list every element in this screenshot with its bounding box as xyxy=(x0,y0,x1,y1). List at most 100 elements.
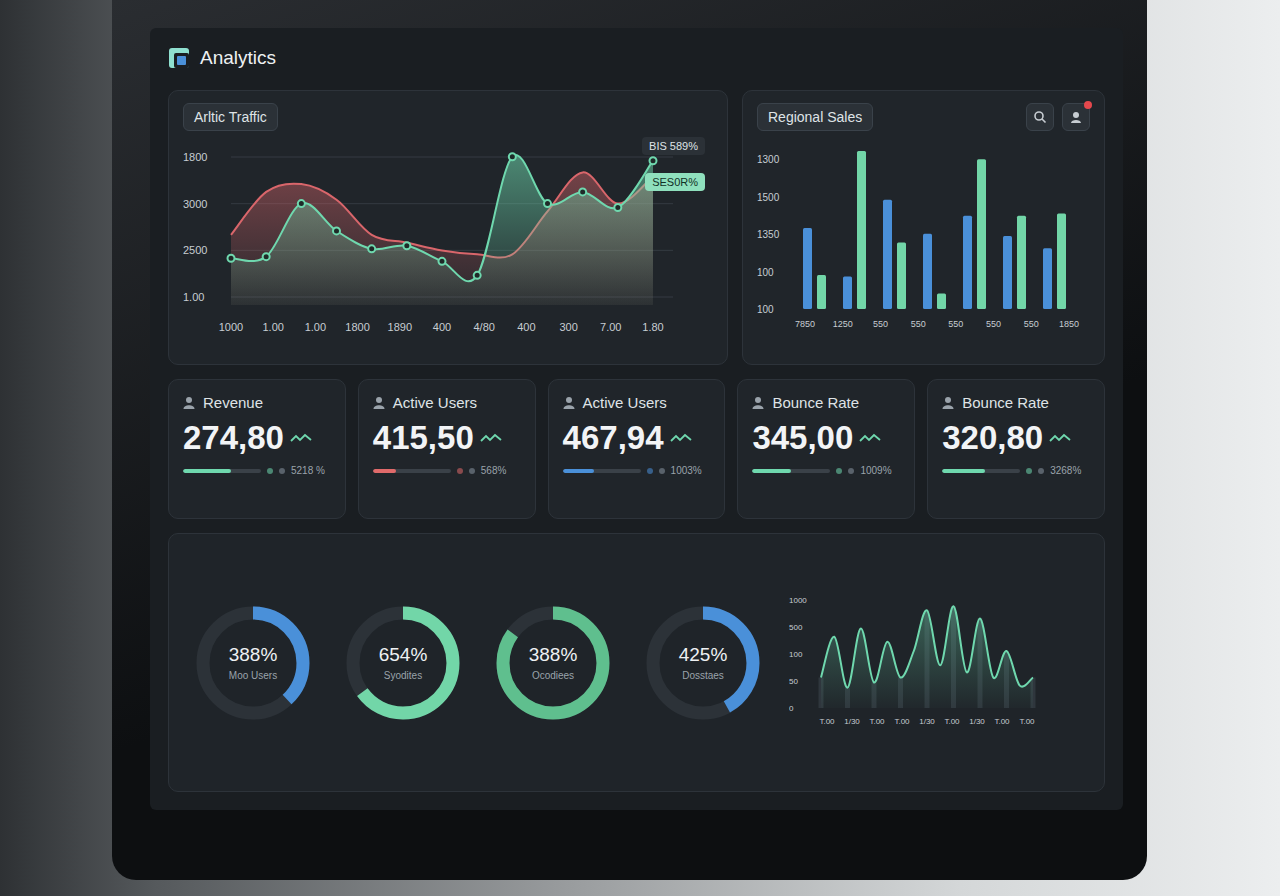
search-button[interactable] xyxy=(1026,103,1054,131)
trend-line xyxy=(481,435,501,441)
card-change: 1009% xyxy=(860,465,891,476)
color-dot xyxy=(836,468,842,474)
user-icon xyxy=(373,396,385,409)
card-change: 1003% xyxy=(671,465,702,476)
donut-value: 388% xyxy=(529,644,578,666)
app-title: Analytics xyxy=(200,47,276,69)
series-area xyxy=(231,155,653,305)
bar xyxy=(977,159,986,309)
donut-value: 388% xyxy=(229,644,278,666)
card-label: Revenue xyxy=(203,394,263,411)
donut-arc xyxy=(203,613,303,713)
profile-button[interactable] xyxy=(1062,103,1090,131)
head xyxy=(186,397,192,403)
regional-panel: Regional Sales13001500135010010078501250… xyxy=(742,90,1105,365)
donut-chart: 388%Ocodiees xyxy=(489,599,617,727)
x-tick: 1.00 xyxy=(262,321,283,333)
data-point xyxy=(474,272,481,279)
traffic-chart: 1800300025001.0010001.001.00180018904004… xyxy=(183,137,713,346)
y-tick: 100 xyxy=(757,304,774,315)
y-tick: 100 xyxy=(789,650,803,659)
card-label-row: Bounce Rate xyxy=(942,394,1090,411)
x-tick: 1/30 xyxy=(844,717,860,726)
bar xyxy=(883,200,892,309)
bar xyxy=(937,294,946,309)
x-tick: 1.00 xyxy=(305,321,326,333)
stat-cards: Revenue274,805218 %Active Users415,50568… xyxy=(168,379,1105,519)
x-tick: 1250 xyxy=(833,319,853,329)
x-tick: 400 xyxy=(433,321,451,333)
data-point xyxy=(228,255,235,262)
dashboard-screen: Analytics Arltic Traffic 1800 3000 2500 1.00 1… xyxy=(150,28,1123,810)
y-tick: 100 xyxy=(757,267,774,278)
x-tick: 400 xyxy=(517,321,535,333)
x-tick: T.00 xyxy=(869,717,885,726)
dot xyxy=(1038,468,1044,474)
lens xyxy=(1035,112,1043,120)
x-tick: 1000 xyxy=(219,321,243,333)
donut-track xyxy=(503,613,603,713)
data-point xyxy=(650,157,657,164)
donut-track xyxy=(353,613,453,713)
bar xyxy=(1003,236,1012,309)
x-tick: 550 xyxy=(873,319,888,329)
data-point xyxy=(439,258,446,265)
y-tick: 500 xyxy=(789,623,803,632)
x-tick: 1850 xyxy=(1059,319,1079,329)
donut-track xyxy=(203,613,303,713)
user-icon xyxy=(183,396,195,409)
bar xyxy=(817,275,826,309)
donut-value: 425% xyxy=(679,644,728,666)
wave-chart: 1000500100500T.001/30T.00T.001/30T.001/3… xyxy=(789,586,1084,740)
x-tick: 1/30 xyxy=(919,717,935,726)
card-footer: 5218 % xyxy=(183,465,331,476)
card-label: Bounce Rate xyxy=(772,394,859,411)
bar xyxy=(963,216,972,309)
progress-track xyxy=(183,469,261,473)
series-line xyxy=(231,155,653,281)
data-point xyxy=(544,200,551,207)
card-label: Bounce Rate xyxy=(962,394,1049,411)
wave-color xyxy=(789,586,790,587)
card-footer: 1009% xyxy=(752,465,900,476)
y-tick: 3000 xyxy=(183,198,207,210)
body xyxy=(753,405,764,409)
stat-card: Bounce Rate320,803268% xyxy=(927,379,1105,519)
handle xyxy=(1042,119,1046,123)
card-value-row: 467,94 xyxy=(563,419,711,457)
chart-badge: SES0R% xyxy=(645,173,705,191)
trend-line xyxy=(1050,435,1070,441)
data-point xyxy=(579,188,586,195)
y-tick: 50 xyxy=(789,677,798,686)
data-point xyxy=(263,253,270,260)
card-label-row: Bounce Rate xyxy=(752,394,900,411)
color-dot xyxy=(457,468,463,474)
traffic-title: Arltic Traffic xyxy=(183,103,278,131)
card-value-row: 320,80 xyxy=(942,419,1090,457)
bar xyxy=(923,234,932,309)
donut-chart: 425%Dosstaes xyxy=(639,599,767,727)
user-icon xyxy=(1069,110,1083,124)
card-label-row: Active Users xyxy=(563,394,711,411)
card-footer: 568% xyxy=(373,465,521,476)
y-tick: 1300 xyxy=(757,154,780,165)
data-point xyxy=(298,200,305,207)
trend-icon xyxy=(290,432,312,444)
progress-fill xyxy=(373,469,396,473)
data-point xyxy=(509,153,516,160)
body xyxy=(563,405,574,409)
bar xyxy=(1043,248,1052,309)
logo-icon xyxy=(168,47,190,69)
trend-line xyxy=(860,435,880,441)
y-tick: 2500 xyxy=(183,244,207,256)
card-change: 568% xyxy=(481,465,507,476)
notification-dot xyxy=(1084,101,1092,109)
trend-icon xyxy=(480,432,502,444)
wave-svg: 1000500100500T.001/30T.00T.001/30T.001/3… xyxy=(789,586,1039,736)
trend-icon xyxy=(1049,432,1071,444)
donut-arc xyxy=(503,613,603,713)
progress-fill xyxy=(942,469,985,473)
card-value: 274,80 xyxy=(183,419,284,457)
y-tick: 1800 xyxy=(183,151,207,163)
card-label-row: Revenue xyxy=(183,394,331,411)
